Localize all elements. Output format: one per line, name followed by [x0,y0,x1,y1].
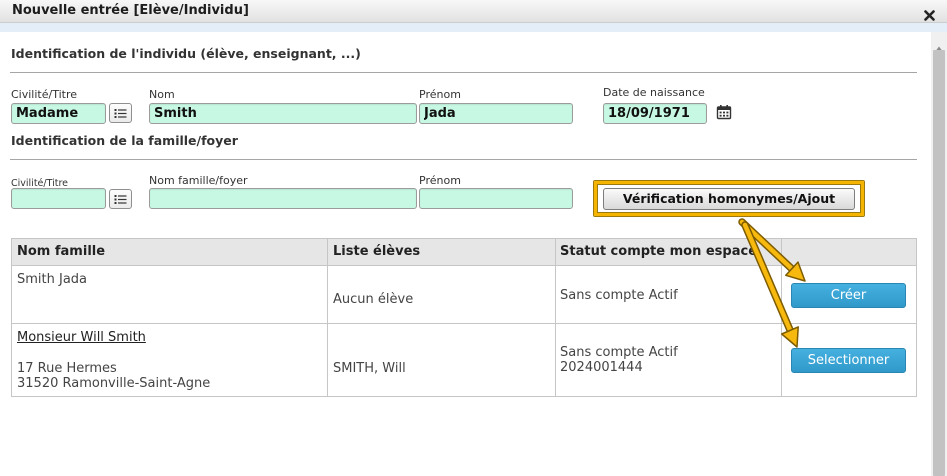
create-button[interactable]: Créer [791,283,906,308]
scrollbar-thumb[interactable] [933,50,945,476]
section-divider [10,159,917,160]
section-divider [10,72,917,73]
homonym-results-table: Nom famille Liste élèves Statut compte m… [11,238,917,397]
column-header-family-name: Nom famille [17,244,106,259]
individual-section-heading: Identification de l'individu (élève, ens… [11,46,361,61]
row-account-number: 2024001444 [560,360,643,375]
chevron-up-icon[interactable] [934,38,944,53]
list-icon [114,104,127,123]
row-address-line: 31520 Ramonville-Saint-Agne [17,376,211,391]
family-prenom-label: Prénom [419,174,461,187]
table-row: Monsieur Will Smith 17 Rue Hermes 31520 … [12,323,916,396]
row-students: SMITH, Will [333,361,406,376]
row-family-name-link[interactable]: Monsieur Will Smith [17,330,146,346]
individual-civilite-list-button[interactable] [109,103,132,123]
row-address-line: 17 Rue Hermes [17,361,117,376]
column-header-students: Liste élèves [333,244,421,259]
individual-civilite-label: Civilité/Titre [11,88,77,101]
titlebar-divider-strip [0,23,947,32]
calendar-icon[interactable] [716,104,732,120]
dialog-title: Nouvelle entrée [Elève/Individu] [12,3,249,18]
list-icon [114,190,127,209]
family-prenom-field[interactable] [419,188,573,209]
individual-dob-field[interactable] [603,103,707,124]
select-button[interactable]: Selectionner [791,348,906,373]
individual-dob-label: Date de naissance [603,86,705,99]
individual-nom-field[interactable] [149,103,417,124]
row-account-status: Sans compte Actif [560,288,678,303]
homonym-check-add-button[interactable]: Vérification homonymes/Ajout [603,188,855,210]
individual-nom-label: Nom [149,88,175,101]
close-icon[interactable] [924,6,935,21]
family-nom-field[interactable] [149,188,417,209]
row-students: Aucun élève [333,292,414,307]
individual-civilite-field[interactable] [11,103,106,124]
individual-prenom-field[interactable] [419,103,573,124]
family-civilite-list-button[interactable] [109,189,132,209]
dialog-titlebar: Nouvelle entrée [Elève/Individu] [0,0,947,23]
row-account-status: Sans compte Actif [560,345,678,360]
family-section-heading: Identification de la famille/foyer [11,133,238,148]
table-row: Smith Jada Aucun élève Sans compte Actif… [12,266,916,324]
column-header-account-status: Statut compte mon espace [560,244,758,259]
individual-prenom-label: Prénom [419,88,461,101]
family-civilite-field[interactable] [11,188,106,209]
row-family-name: Smith Jada [17,272,88,287]
family-nom-label: Nom famille/foyer [149,174,248,187]
